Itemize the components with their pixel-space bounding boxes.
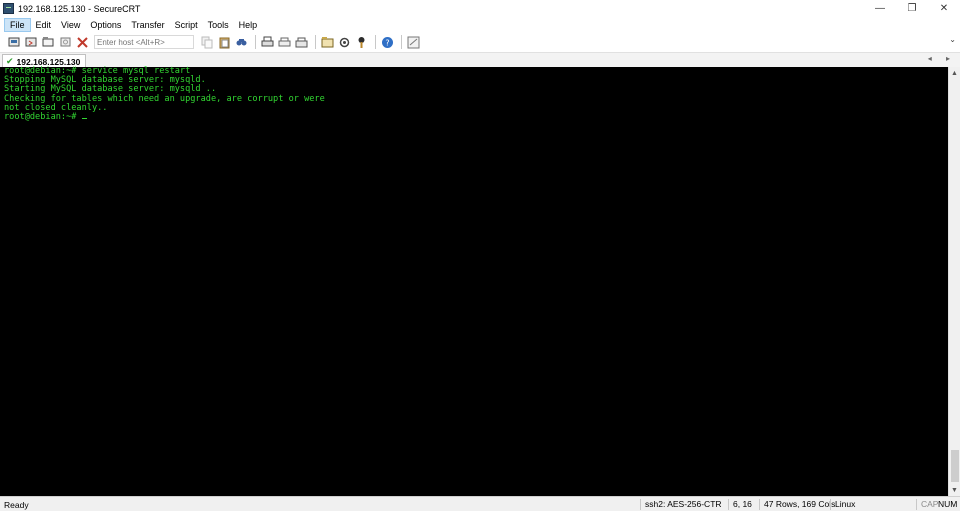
- keymap-icon[interactable]: [354, 35, 368, 49]
- host-input[interactable]: [94, 35, 194, 49]
- menu-view[interactable]: View: [56, 18, 85, 32]
- securecrt-app-icon: [3, 3, 14, 14]
- terminal-line: not closed cleanly..: [4, 102, 108, 113]
- terminal-scrollbar[interactable]: ▲ ▼: [948, 67, 960, 496]
- menu-script[interactable]: Script: [170, 18, 203, 32]
- terminal-screen[interactable]: root@debian:~# service mysql restart Sto…: [0, 66, 948, 496]
- toolbar: ? ⌄: [0, 32, 960, 52]
- session-tab-bar: ✔ 192.168.125.130 ◂ ▸: [0, 52, 960, 68]
- menu-edit[interactable]: Edit: [31, 18, 57, 32]
- menu-options[interactable]: Options: [85, 18, 126, 32]
- session-tab-label: 192.168.125.130: [16, 56, 81, 67]
- status-num-lock: NUM: [938, 499, 958, 509]
- find-icon[interactable]: [234, 35, 248, 49]
- status-bar: Ready ssh2: AES-256-CTR 6, 16 47 Rows, 1…: [0, 496, 960, 511]
- scroll-down-arrow-icon[interactable]: ▼: [949, 484, 960, 496]
- status-cursor-position: 6, 16: [728, 499, 752, 510]
- terminal-line: Checking for tables which need an upgrad…: [4, 93, 325, 104]
- restore-button[interactable]: ❐: [896, 0, 928, 17]
- menu-file[interactable]: File: [4, 17, 31, 32]
- window-controls: — ❐ ✕: [864, 0, 960, 17]
- toolbar-separator: [315, 35, 316, 49]
- quick-connect-icon[interactable]: [24, 35, 38, 49]
- menu-tools[interactable]: Tools: [203, 18, 234, 32]
- connect-tab-icon[interactable]: [41, 35, 55, 49]
- scroll-up-arrow-icon[interactable]: ▲: [949, 67, 960, 79]
- menu-help[interactable]: Help: [234, 18, 263, 32]
- status-encryption: ssh2: AES-256-CTR: [640, 499, 722, 510]
- terminal-prompt: root@debian:~#: [4, 112, 82, 123]
- title-bar: 192.168.125.130 - SecureCRT — ❐ ✕: [0, 0, 960, 17]
- minimize-button[interactable]: —: [864, 0, 896, 17]
- terminal-cursor: [81, 118, 87, 120]
- sftp-icon[interactable]: [406, 35, 420, 49]
- menu-bar: File Edit View Options Transfer Script T…: [0, 17, 960, 32]
- lock-icon[interactable]: [294, 35, 308, 49]
- paste-icon[interactable]: [217, 35, 231, 49]
- toolbar-separator: [255, 35, 256, 49]
- copy-icon[interactable]: [200, 35, 214, 49]
- scrollbar-thumb[interactable]: [951, 450, 959, 482]
- terminal-prompt-line: root@debian:~#: [4, 112, 944, 123]
- toolbar-overflow-icon[interactable]: ⌄: [949, 35, 956, 44]
- close-button[interactable]: ✕: [928, 0, 960, 17]
- status-terminal-type: Linux: [830, 499, 855, 510]
- print-setup-icon[interactable]: [277, 35, 291, 49]
- status-ready: Ready: [4, 500, 29, 510]
- svg-text:?: ?: [385, 38, 389, 47]
- window-title: 192.168.125.130 - SecureCRT: [18, 3, 141, 14]
- session-options-icon[interactable]: [320, 35, 334, 49]
- reconnect-icon[interactable]: [58, 35, 72, 49]
- status-dimensions: 47 Rows, 169 Cols: [759, 499, 835, 510]
- menu-transfer[interactable]: Transfer: [126, 18, 169, 32]
- tab-scroll-arrows[interactable]: ◂ ▸: [928, 54, 956, 63]
- disconnect-icon[interactable]: [75, 35, 89, 49]
- toolbar-separator: [375, 35, 376, 49]
- toolbar-separator: [401, 35, 402, 49]
- global-options-icon[interactable]: [337, 35, 351, 49]
- connect-icon[interactable]: [7, 35, 21, 49]
- help-icon[interactable]: ?: [380, 35, 394, 49]
- print-icon[interactable]: [260, 35, 274, 49]
